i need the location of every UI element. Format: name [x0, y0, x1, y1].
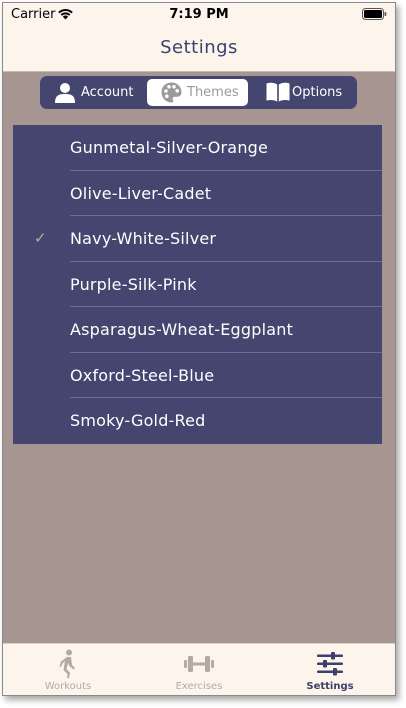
theme-row-navy-white-silver[interactable]: ✓ Navy-White-Silver — [13, 216, 382, 262]
segment-account-label: Account — [81, 85, 134, 100]
walking-person-icon — [57, 649, 79, 683]
theme-list: Gunmetal-Silver-Orange Olive-Liver-Cadet… — [13, 125, 382, 444]
palette-icon — [161, 82, 182, 107]
segment-themes-label: Themes — [187, 85, 239, 100]
tab-settings[interactable]: Settings — [265, 644, 395, 695]
tab-workouts-label: Workouts — [44, 681, 92, 692]
navigation-bar: Settings — [3, 25, 395, 72]
segment-account[interactable]: Account — [43, 79, 144, 106]
dumbbell-icon — [183, 649, 215, 683]
tab-bar: Workouts Exercises Settings — [3, 643, 395, 695]
status-bar: Carrier 7:19 PM — [3, 3, 395, 25]
tab-workouts[interactable]: Workouts — [3, 644, 133, 695]
person-icon — [55, 82, 75, 107]
segment-options[interactable]: Options — [252, 79, 353, 106]
theme-row-purple-silk-pink[interactable]: Purple-Silk-Pink — [13, 262, 382, 307]
theme-row-olive-liver-cadet[interactable]: Olive-Liver-Cadet — [13, 171, 382, 216]
sliders-icon — [316, 649, 344, 683]
theme-row-gunmetal-silver-orange[interactable]: Gunmetal-Silver-Orange — [13, 125, 382, 171]
status-time: 7:19 PM — [169, 7, 229, 22]
checkmark-icon: ✓ — [34, 229, 47, 247]
theme-label: Olive-Liver-Cadet — [70, 183, 212, 203]
theme-row-asparagus-wheat-eggplant[interactable]: Asparagus-Wheat-Eggplant — [13, 307, 382, 353]
tab-exercises-label: Exercises — [175, 681, 223, 692]
theme-label: Oxford-Steel-Blue — [70, 365, 215, 385]
theme-label: Smoky-Gold-Red — [70, 411, 206, 430]
app-screen: Carrier 7:19 PM Settings Account Themes … — [2, 2, 396, 696]
theme-row-smoky-gold-red[interactable]: Smoky-Gold-Red — [13, 398, 382, 444]
tab-exercises[interactable]: Exercises — [134, 644, 264, 695]
theme-label: Navy-White-Silver — [70, 229, 217, 248]
theme-label: Gunmetal-Silver-Orange — [70, 138, 269, 157]
tab-settings-label: Settings — [306, 681, 354, 692]
segment-themes[interactable]: Themes — [147, 79, 248, 106]
theme-label: Asparagus-Wheat-Eggplant — [70, 320, 294, 339]
book-icon — [266, 82, 290, 106]
battery-icon — [362, 8, 387, 24]
theme-row-oxford-steel-blue[interactable]: Oxford-Steel-Blue — [13, 353, 382, 398]
settings-segmented-control: Account Themes Options — [40, 76, 357, 109]
page-title: Settings — [160, 37, 238, 58]
theme-label: Purple-Silk-Pink — [70, 274, 197, 294]
segment-options-label: Options — [292, 85, 343, 100]
